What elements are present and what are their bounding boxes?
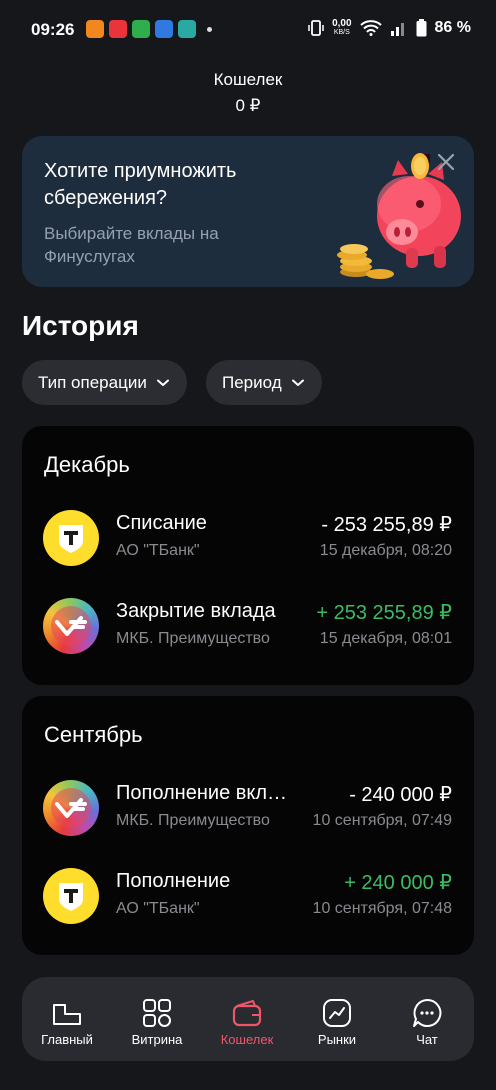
transaction-date: 10 сентября, 07:49	[312, 812, 452, 829]
wifi-icon	[359, 20, 382, 36]
promo-title: Хотите приумножить сбережения?	[44, 160, 237, 209]
history-group-december: Декабрь Списание АО "ТБанк" - 253 255,89…	[22, 426, 474, 685]
battery-percent: 86 %	[434, 19, 471, 36]
nav-label: Кошелек	[220, 1032, 274, 1047]
close-icon[interactable]	[436, 152, 456, 172]
transaction-name: Закрытие вклада	[116, 600, 276, 622]
nav-item-home[interactable]: Главный	[22, 977, 112, 1061]
vibrate-icon	[308, 20, 324, 36]
transaction-name: Списание	[116, 512, 207, 534]
net-speed: 0,00 KB/S	[332, 19, 351, 37]
filter-period[interactable]: Период	[206, 360, 322, 405]
shield-notification-icon	[132, 20, 150, 38]
chart-icon	[323, 999, 351, 1027]
mkb-logo-icon	[43, 780, 99, 836]
transaction-amount: - 253 255,89 ₽	[321, 514, 452, 536]
more-notifications-icon	[207, 26, 212, 32]
transaction-counterparty: МКБ. Преимущество	[116, 630, 270, 647]
filter-label: Тип операции	[38, 372, 147, 392]
bottom-navigation: Главный Витрина Кошелек Рынки Чат	[22, 977, 474, 1061]
transaction-counterparty: АО "ТБанк"	[116, 900, 200, 917]
battery-icon	[416, 19, 427, 37]
app-notification-icon	[155, 20, 173, 38]
transaction-name: Пополнение вклада	[116, 782, 291, 804]
nav-label: Чат	[416, 1032, 438, 1047]
nav-item-wallet[interactable]: Кошелек	[202, 977, 292, 1061]
app-notification-icon	[109, 20, 127, 38]
transaction-amount: + 253 255,89 ₽	[316, 602, 452, 624]
transaction-row[interactable]: Закрытие вклада МКБ. Преимущество + 253 …	[22, 586, 474, 656]
nav-label: Витрина	[131, 1032, 183, 1047]
status-bar: 09:26 0,00 KB/S 86 %	[0, 0, 496, 60]
nav-label: Главный	[41, 1032, 93, 1047]
promo-banner[interactable]: Хотите приумножить сбережения? Выбирайте…	[22, 136, 474, 287]
nav-item-chat[interactable]: Чат	[382, 977, 472, 1061]
mkb-logo-icon	[43, 598, 99, 654]
net-speed-unit: KB/S	[333, 29, 350, 36]
chat-icon	[413, 998, 442, 1027]
transaction-amount: - 240 000 ₽	[349, 784, 452, 806]
filter-operation-type[interactable]: Тип операции	[22, 360, 187, 405]
month-heading: Декабрь	[44, 452, 130, 477]
signal-icon	[390, 23, 404, 36]
wallet-icon	[232, 1000, 262, 1027]
filter-label: Период	[222, 372, 282, 392]
grid-icon	[143, 999, 171, 1027]
transaction-counterparty: МКБ. Преимущество	[116, 812, 270, 829]
home-icon	[53, 1004, 81, 1025]
transaction-amount: + 240 000 ₽	[344, 872, 452, 894]
promo-subtitle: Выбирайте вклады на Финуслугах	[44, 224, 219, 266]
notification-icons	[86, 20, 212, 38]
tbank-logo-icon	[43, 510, 99, 566]
transaction-row[interactable]: Пополнение АО "ТБанк" + 240 000 ₽ 10 сен…	[22, 856, 474, 926]
history-title: История	[22, 310, 139, 341]
transaction-date: 15 декабря, 08:20	[319, 542, 452, 559]
transaction-name: Пополнение	[116, 870, 231, 892]
system-indicators: 0,00 KB/S 86 %	[308, 19, 471, 37]
chevron-down-icon	[291, 379, 304, 386]
tbank-logo-icon	[43, 868, 99, 924]
nav-item-showcase[interactable]: Витрина	[112, 977, 202, 1061]
app-notification-icon	[86, 20, 104, 38]
page-title: Кошелек	[213, 70, 283, 89]
wallet-balance: 0 ₽	[235, 96, 261, 115]
history-group-september: Сентябрь Пополнение вклада МКБ. Преимуще…	[22, 696, 474, 955]
nav-item-markets[interactable]: Рынки	[292, 977, 382, 1061]
transaction-row[interactable]: Списание АО "ТБанк" - 253 255,89 ₽ 15 де…	[22, 498, 474, 568]
transaction-date: 15 декабря, 08:01	[319, 630, 452, 647]
transaction-counterparty: АО "ТБанк"	[116, 542, 200, 559]
nav-label: Рынки	[317, 1032, 357, 1047]
status-time: 09:26	[31, 20, 75, 39]
transaction-date: 10 сентября, 07:48	[312, 900, 452, 917]
chevron-down-icon	[156, 379, 169, 386]
transaction-row[interactable]: Пополнение вклада МКБ. Преимущество - 24…	[22, 768, 474, 838]
month-heading: Сентябрь	[44, 722, 143, 747]
app-notification-icon	[178, 20, 196, 38]
